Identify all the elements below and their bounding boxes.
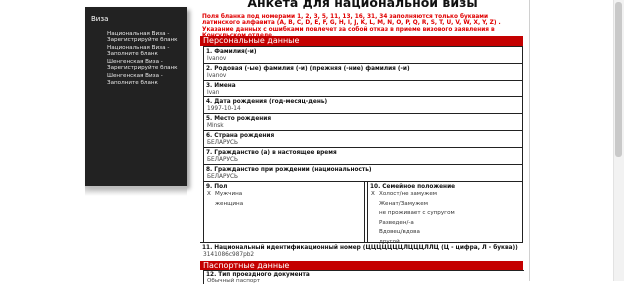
field-birth-country-label: 6. Страна рождения	[206, 133, 275, 139]
field-birth-place-value[interactable]: Minsk	[204, 122, 522, 129]
marital-option-divorced-label: Разведен/-а	[379, 219, 414, 226]
field-birth-surname-value[interactable]: Ivanov	[204, 72, 522, 79]
marital-option-married-label: Женат/Замужем	[379, 200, 428, 207]
marital-option-married[interactable]: Женат/Замужем	[368, 200, 522, 210]
field-birth-place[interactable]: 5. Место рождения Minsk	[203, 113, 523, 130]
field-travel-document-type-value[interactable]: Обычный паспорт	[204, 278, 524, 284]
field-national-id-label: 11. Национальный идентификационный номер…	[202, 245, 518, 251]
field-birth-country[interactable]: 6. Страна рождения БЕЛАРУСЬ	[203, 130, 523, 147]
field-surname-value[interactable]: Ivanov	[204, 55, 522, 62]
sidebar-item-schengen-fill[interactable]: Шенгенская Виза - Заполните бланк	[107, 73, 185, 86]
sex-option-male-label: Мужчина	[215, 191, 243, 197]
field-birth-citizenship[interactable]: 8. Гражданство при рождении (национально…	[203, 164, 523, 181]
field-first-names-label: 3. Имена	[206, 83, 236, 89]
field-birth-place-label: 5. Место рождения	[206, 116, 272, 122]
field-birth-country-value[interactable]: БЕЛАРУСЬ	[204, 139, 522, 146]
sidebar: Виза Национальная Виза - Зарегистрируйте…	[85, 7, 187, 186]
field-first-names[interactable]: 3. Имена Ivan	[203, 80, 523, 96]
field-birth-citizenship-value[interactable]: БЕЛАРУСЬ	[204, 173, 522, 180]
field-marital-status: 10. Семейное положение X Холост/не замуже…	[367, 182, 523, 245]
marital-option-divorced[interactable]: Разведен/-а	[368, 219, 522, 229]
page-title: Анкета для национальной визы	[247, 0, 478, 10]
section-personal-data: Персональные данные	[200, 36, 523, 46]
field-birth-date-value[interactable]: 1997-10-14	[204, 105, 522, 112]
sidebar-menu: Национальная Виза - Зарегистрируйте блан…	[107, 31, 185, 87]
field-national-id[interactable]: 11. Национальный идентификационный номер…	[200, 242, 523, 258]
section-passport-data: Паспортные данные	[200, 261, 523, 270]
field-current-citizenship-value[interactable]: БЕЛАРУСЬ	[204, 156, 522, 163]
sex-option-female[interactable]: женщина	[204, 200, 364, 210]
sex-marital-row: 9. Пол X Мужчина женщина 10. Семейное пол…	[203, 181, 523, 245]
sex-option-male-mark: X	[207, 191, 211, 197]
field-sex: 9. Пол X Мужчина женщина	[203, 182, 365, 242]
sidebar-item-national-fill[interactable]: Национальная Виза - Заполните бланк	[107, 45, 185, 58]
field-birth-citizenship-label: 8. Гражданство при рождении (национально…	[206, 167, 372, 173]
marital-option-separated[interactable]: не проживает с супругом	[368, 209, 522, 219]
content-right-border	[529, 0, 530, 281]
field-birth-surname-label: 2. Родовая (-ые) фамилия (-и) (прежняя (…	[206, 66, 410, 72]
field-current-citizenship-label: 7. Гражданство (а) в настоящее время	[206, 150, 337, 156]
field-current-citizenship[interactable]: 7. Гражданство (а) в настоящее время БЕЛ…	[203, 147, 523, 164]
page-gutter	[0, 0, 76, 281]
field-surname-label: 1. Фамилия(-и)	[206, 49, 257, 55]
field-travel-document-type-label: 12. Тип проездного документа	[206, 272, 310, 278]
field-sex-label: 9. Пол	[206, 184, 228, 190]
scrollbar-thumb[interactable]	[615, 2, 622, 157]
marital-option-separated-label: не проживает с супругом	[379, 210, 455, 216]
marital-option-widowed[interactable]: Вдовец/вдова	[368, 228, 522, 238]
field-birth-date-label: 4. Дата рождения (год-месяц-день)	[206, 99, 328, 105]
field-first-names-value[interactable]: Ivan	[204, 89, 522, 96]
field-national-id-value[interactable]: 3141086c987pb2	[200, 251, 523, 258]
field-travel-document-type[interactable]: 12. Тип проездного документа Обычный пас…	[203, 270, 524, 284]
marital-option-widowed-label: Вдовец/вдова	[379, 229, 420, 235]
field-birth-surname[interactable]: 2. Родовая (-ые) фамилия (-и) (прежняя (…	[203, 63, 523, 80]
field-surname[interactable]: 1. Фамилия(-и) Ivanov	[203, 46, 523, 63]
marital-option-single[interactable]: X Холост/не замужем	[368, 190, 522, 200]
field-marital-status-label: 10. Семейное положение	[370, 184, 456, 190]
sex-option-female-label: женщина	[215, 200, 244, 207]
form-container: Анкета для национальной визы Поля бланка…	[200, 0, 525, 284]
sidebar-shadow	[85, 186, 187, 196]
sex-option-male[interactable]: X Мужчина	[204, 190, 364, 200]
sidebar-item-schengen-register[interactable]: Шенгенская Виза - Зарегистрируйте бланк	[107, 59, 185, 72]
sidebar-title: Виза	[91, 15, 109, 23]
sidebar-item-national-register[interactable]: Национальная Виза - Зарегистрируйте блан…	[107, 31, 185, 44]
field-birth-date[interactable]: 4. Дата рождения (год-месяц-день) 1997-1…	[203, 96, 523, 113]
marital-option-single-mark: X	[371, 191, 375, 197]
marital-option-single-label: Холост/не замужем	[379, 191, 437, 197]
